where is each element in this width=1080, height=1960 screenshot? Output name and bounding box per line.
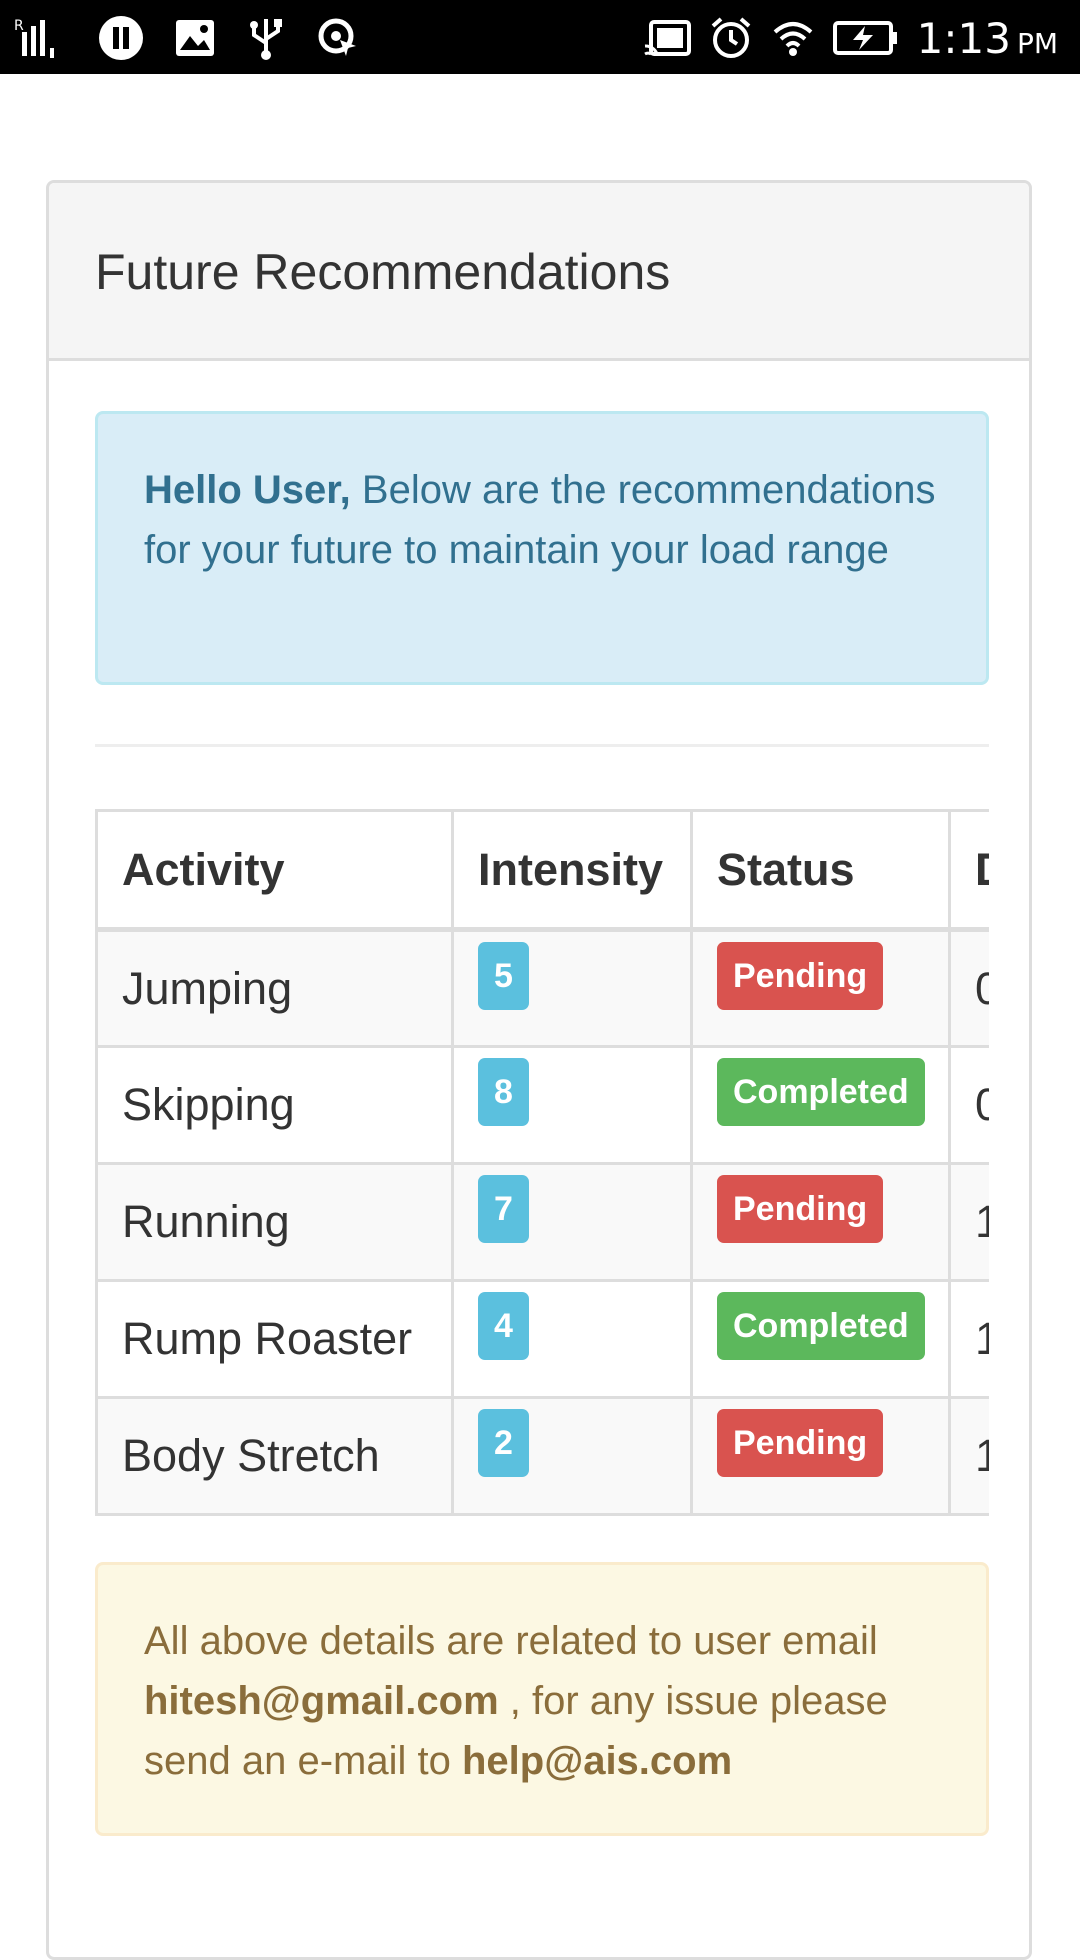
table-row: Running 7 Pending 1 — [95, 1162, 989, 1282]
activity-cell: Rump Roaster — [95, 1279, 454, 1399]
date-cell: 0 — [948, 1045, 989, 1165]
status-cell: Pending — [690, 928, 951, 1048]
warning-alert: All above details are related to user em… — [95, 1562, 989, 1836]
intensity-badge: 8 — [478, 1058, 529, 1126]
status-bar-left: R — [14, 10, 360, 66]
intensity-badge: 7 — [478, 1175, 529, 1243]
status-badge: Pending — [717, 1175, 884, 1243]
recommendations-table-scroll[interactable]: Activity Intensity Status D Jumping 5 Pend… — [95, 809, 989, 1517]
intensity-cell: 4 — [451, 1279, 693, 1399]
table-row: Rump Roaster 4 Completed 1 — [95, 1279, 989, 1399]
location-icon — [316, 16, 360, 60]
clock-time: 1:13 — [916, 13, 1011, 63]
intensity-badge: 4 — [478, 1292, 529, 1360]
pause-icon — [98, 15, 144, 61]
carrier-label: R — [14, 18, 24, 34]
column-header-date: D — [948, 809, 989, 932]
intensity-badge: 5 — [478, 942, 529, 1010]
intensity-cell: 7 — [451, 1162, 693, 1282]
table-row: Body Stretch 2 Pending 1 — [95, 1396, 989, 1516]
column-header-activity: Activity — [95, 809, 454, 932]
status-badge: Pending — [717, 1409, 884, 1477]
image-icon — [174, 18, 216, 58]
table-row: Jumping 5 Pending 0 — [95, 928, 989, 1048]
wifi-icon — [771, 18, 815, 58]
status-bar-right: 1:13 PM — [643, 10, 1058, 66]
recommendations-panel: Future Recommendations Hello User, Below… — [46, 180, 1032, 1960]
panel-heading: Future Recommendations — [49, 183, 1029, 361]
activity-cell: Running — [95, 1162, 454, 1282]
intensity-cell: 5 — [451, 928, 693, 1048]
status-bar: R 1:13 PM — [0, 0, 1080, 74]
activity-cell: Skipping — [95, 1045, 454, 1165]
status-cell: Completed — [690, 1045, 951, 1165]
table-header-row: Activity Intensity Status D — [95, 809, 989, 932]
status-cell: Pending — [690, 1162, 951, 1282]
status-cell: Pending — [690, 1396, 951, 1516]
activity-cell: Body Stretch — [95, 1396, 454, 1516]
cast-icon — [643, 18, 691, 58]
signal-icon: R — [14, 18, 68, 58]
battery-charging-icon — [832, 20, 899, 56]
info-alert-greeting: Hello User, — [144, 468, 351, 512]
page-title: Future Recommendations — [95, 244, 671, 300]
date-cell: 1 — [948, 1162, 989, 1282]
date-cell: 0 — [948, 928, 989, 1048]
clock: 1:13 PM — [917, 14, 1058, 63]
status-cell: Completed — [690, 1279, 951, 1399]
column-header-status: Status — [690, 809, 951, 932]
clock-ampm: PM — [1016, 26, 1058, 60]
info-alert: Hello User, Below are the recommendation… — [95, 411, 989, 685]
table-body: Jumping 5 Pending 0 Skipping 8 Completed 0 Runni… — [95, 928, 989, 1516]
help-email: help@ais.com — [461, 1739, 733, 1783]
status-badge: Pending — [717, 942, 884, 1010]
intensity-cell: 8 — [451, 1045, 693, 1165]
date-cell: 1 — [948, 1396, 989, 1516]
date-cell: 1 — [948, 1279, 989, 1399]
recommendations-table: Activity Intensity Status D Jumping 5 Pend… — [95, 809, 989, 1516]
table-row: Skipping 8 Completed 0 — [95, 1045, 989, 1165]
warning-alert-prefix: All above details are related to user em… — [144, 1619, 878, 1663]
status-badge: Completed — [717, 1292, 925, 1360]
status-badge: Completed — [717, 1058, 925, 1126]
usb-icon — [246, 15, 286, 61]
activity-cell: Jumping — [95, 928, 454, 1048]
intensity-cell: 2 — [451, 1396, 693, 1516]
user-email: hitesh@gmail.com — [144, 1679, 499, 1723]
intensity-badge: 2 — [478, 1409, 529, 1477]
divider — [95, 744, 989, 747]
column-header-intensity: Intensity — [451, 809, 693, 932]
alarm-icon — [709, 16, 753, 60]
